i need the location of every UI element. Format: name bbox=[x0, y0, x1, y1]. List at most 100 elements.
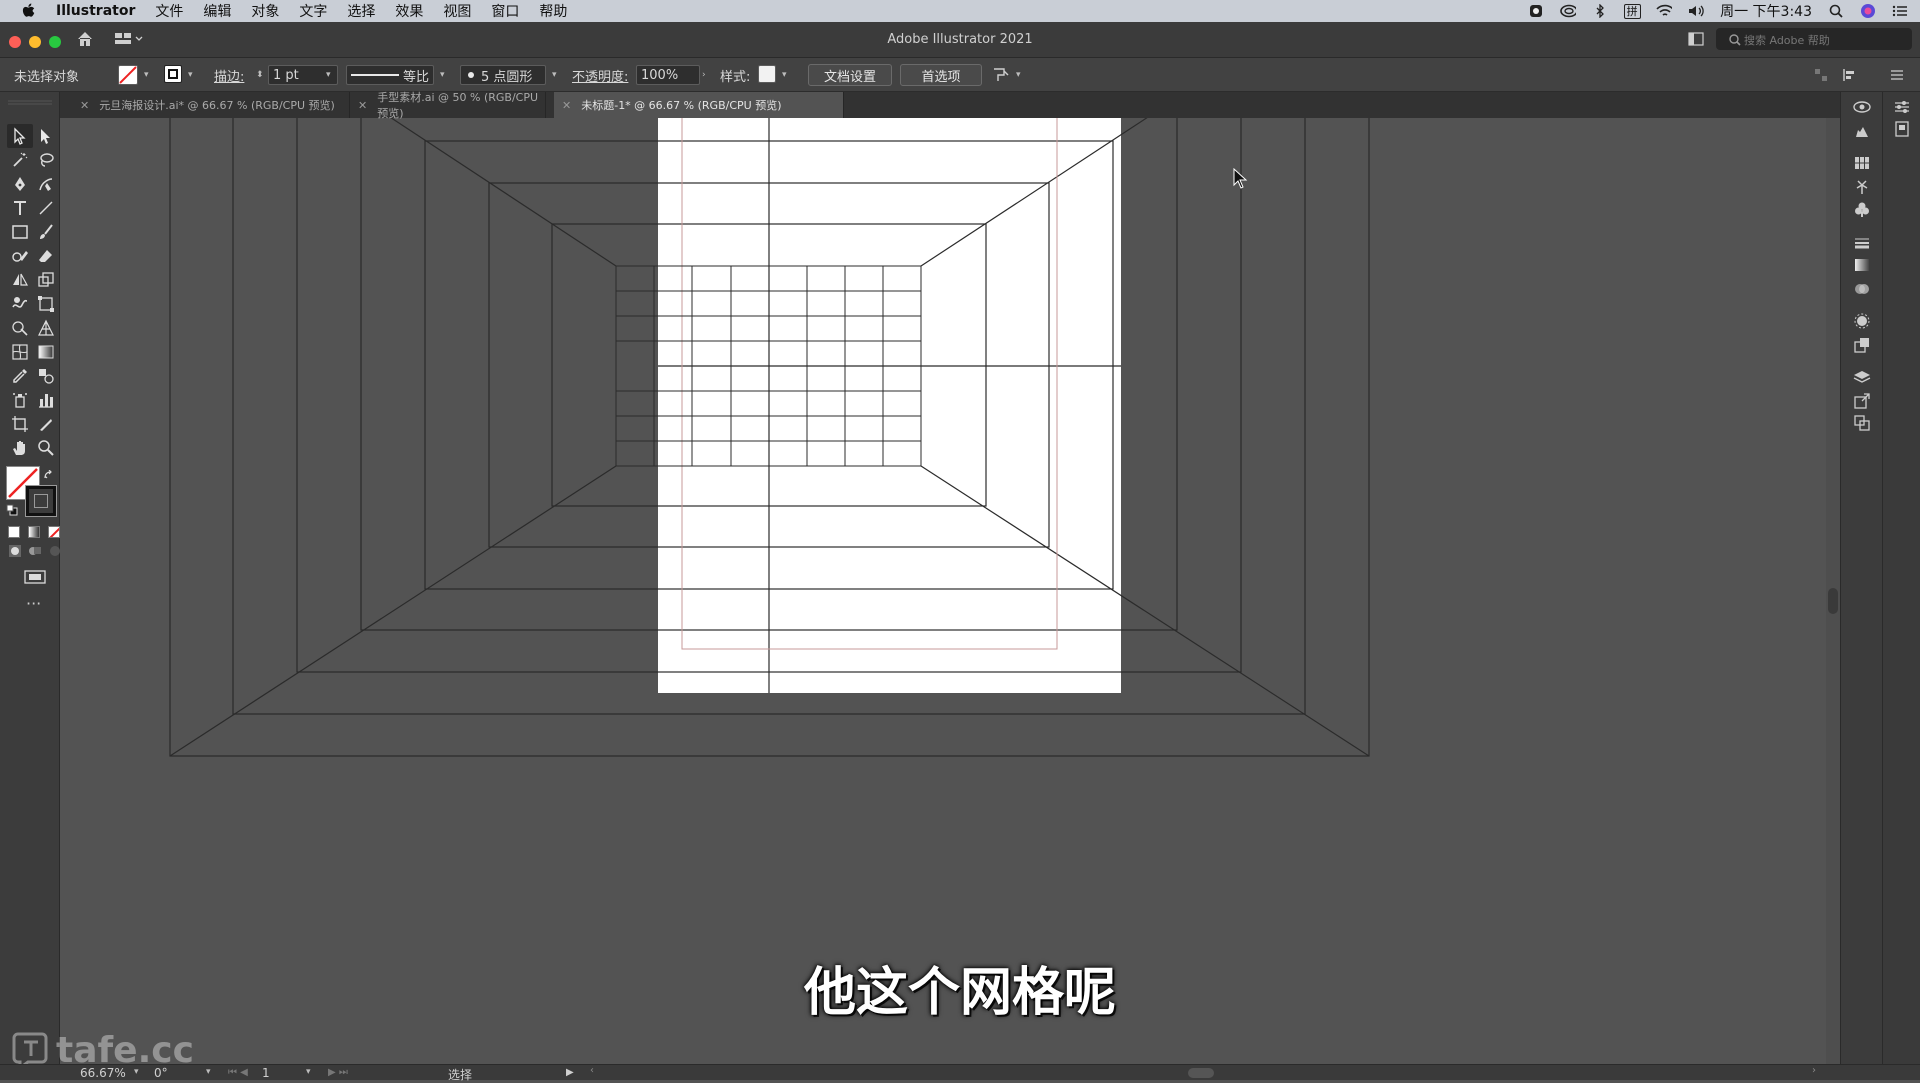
opacity-field[interactable]: 100% bbox=[636, 65, 700, 85]
transparency-icon[interactable] bbox=[1849, 278, 1875, 300]
graphic-style-swatch[interactable] bbox=[758, 65, 776, 83]
menu-select[interactable]: 选择 bbox=[347, 1, 375, 21]
zoom-level[interactable]: 66.67% bbox=[80, 1066, 126, 1080]
magic-wand-tool-icon[interactable] bbox=[7, 148, 33, 172]
fill-dropdown-icon[interactable]: ▾ bbox=[144, 65, 149, 85]
artboard-dropdown-icon[interactable]: ▾ bbox=[306, 1067, 311, 1077]
appearance-icon[interactable] bbox=[1849, 310, 1875, 332]
tab-document-2[interactable]: ✕ 手型素材.ai @ 50 % (RGB/CPU 预览) bbox=[350, 91, 546, 120]
screen-mode-icon[interactable] bbox=[24, 570, 46, 590]
menu-type[interactable]: 文字 bbox=[299, 1, 327, 21]
menu-effect[interactable]: 效果 bbox=[395, 1, 423, 21]
puppet-warp-icon[interactable] bbox=[992, 65, 1010, 85]
arrange-icon[interactable] bbox=[1814, 65, 1828, 85]
document-canvas[interactable] bbox=[60, 118, 1826, 1064]
blend-tool-icon[interactable] bbox=[33, 364, 59, 388]
volume-icon[interactable] bbox=[1688, 4, 1704, 18]
stroke-label[interactable]: 描边: bbox=[214, 65, 244, 85]
brush-dropdown-icon[interactable]: ▾ bbox=[552, 65, 557, 85]
opacity-expand-icon[interactable]: › bbox=[702, 65, 706, 85]
default-fill-stroke-icon[interactable] bbox=[6, 504, 18, 520]
siri-icon[interactable] bbox=[1860, 4, 1876, 18]
wifi-icon[interactable] bbox=[1656, 4, 1673, 18]
tab-document-3[interactable]: ✕ 未标题-1* @ 66.67 % (RGB/CPU 预览) bbox=[554, 92, 844, 118]
toolbar-grip[interactable] bbox=[8, 94, 52, 105]
properties-icon[interactable] bbox=[1889, 96, 1915, 118]
input-method-icon[interactable]: 拼 bbox=[1623, 3, 1641, 19]
artwork[interactable] bbox=[60, 118, 1826, 1064]
first-artboard-icon[interactable]: ⏮ ◀ bbox=[228, 1067, 248, 1078]
opacity-label[interactable]: 不透明度: bbox=[572, 65, 628, 85]
control-bar-menu-icon[interactable] bbox=[1890, 65, 1904, 85]
brushes-icon[interactable] bbox=[1849, 176, 1875, 198]
spotlight-search-icon[interactable] bbox=[1828, 4, 1844, 18]
rotation-value[interactable]: 0° bbox=[154, 1066, 168, 1080]
slice-tool-icon[interactable] bbox=[33, 412, 59, 436]
menu-app-illustrator[interactable]: Illustrator bbox=[56, 3, 135, 19]
document-setup-button[interactable]: 文档设置 bbox=[808, 64, 892, 86]
align-icon[interactable] bbox=[1842, 65, 1858, 85]
draw-normal-icon[interactable] bbox=[8, 544, 22, 562]
eyedropper-tool-icon[interactable] bbox=[7, 364, 33, 388]
horizontal-scroll-thumb[interactable] bbox=[1188, 1068, 1214, 1078]
edit-toolbar-icon[interactable]: ··· bbox=[26, 594, 41, 613]
selection-tool-icon[interactable] bbox=[7, 124, 33, 148]
artboard[interactable] bbox=[658, 118, 1121, 693]
mesh-tool-icon[interactable] bbox=[7, 340, 33, 364]
stroke-weight-dropdown-icon[interactable]: ▾ bbox=[326, 65, 331, 85]
last-artboard-icon[interactable]: ▶ ⏭ bbox=[328, 1067, 348, 1078]
close-tab-icon[interactable]: ✕ bbox=[358, 99, 367, 112]
close-tab-icon[interactable]: ✕ bbox=[80, 99, 89, 112]
pen-tool-icon[interactable] bbox=[7, 172, 33, 196]
record-icon[interactable] bbox=[1528, 4, 1544, 18]
asset-export-icon[interactable] bbox=[1849, 390, 1875, 412]
status-expand-icon[interactable]: ▶ bbox=[566, 1067, 574, 1078]
apple-icon[interactable] bbox=[18, 0, 40, 22]
gradient-mode-icon[interactable] bbox=[28, 526, 40, 538]
variable-width-profile[interactable]: 等比 bbox=[346, 65, 434, 85]
horizontal-scrollbar[interactable]: ‹ › bbox=[586, 1065, 1816, 1079]
zoom-dropdown-icon[interactable]: ▾ bbox=[134, 1067, 139, 1077]
column-graph-tool-icon[interactable] bbox=[33, 388, 59, 412]
profile-dropdown-icon[interactable]: ▾ bbox=[440, 65, 445, 85]
artboard-number[interactable]: 1 bbox=[262, 1066, 270, 1080]
lasso-tool-icon[interactable] bbox=[33, 148, 59, 172]
hand-tool-icon[interactable] bbox=[7, 436, 33, 460]
color-mode-icon[interactable] bbox=[8, 526, 20, 538]
libraries-icon[interactable] bbox=[1889, 118, 1915, 140]
stroke-swatch[interactable] bbox=[25, 485, 57, 517]
help-search-input[interactable]: 搜索 Adobe 帮助 bbox=[1716, 28, 1912, 50]
layers-icon[interactable] bbox=[1849, 366, 1875, 388]
menu-view[interactable]: 视图 bbox=[443, 1, 471, 21]
direct-selection-tool-icon[interactable] bbox=[33, 124, 59, 148]
type-tool-icon[interactable] bbox=[7, 196, 33, 220]
scale-tool-icon[interactable] bbox=[33, 268, 59, 292]
rectangle-tool-icon[interactable] bbox=[7, 220, 33, 244]
menu-window[interactable]: 窗口 bbox=[491, 1, 519, 21]
vertical-scrollbar[interactable] bbox=[1826, 118, 1840, 1064]
graphic-styles-icon[interactable] bbox=[1849, 334, 1875, 356]
menubar-clock[interactable]: 周一 下午3:43 bbox=[1720, 1, 1812, 21]
preferences-button[interactable]: 首选项 bbox=[900, 64, 982, 86]
reflect-tool-icon[interactable] bbox=[7, 268, 33, 292]
scroll-right-icon[interactable]: › bbox=[1812, 1065, 1816, 1076]
stroke-stepper-icon[interactable]: ⬍ bbox=[256, 65, 264, 85]
zoom-tool-icon[interactable] bbox=[33, 436, 59, 460]
scroll-left-icon[interactable]: ‹ bbox=[590, 1065, 594, 1076]
line-segment-tool-icon[interactable] bbox=[33, 196, 59, 220]
stroke-panel-icon[interactable] bbox=[1849, 232, 1875, 254]
stroke-dropdown-icon[interactable]: ▾ bbox=[188, 65, 193, 85]
menu-help[interactable]: 帮助 bbox=[539, 1, 567, 21]
style-dropdown-icon[interactable]: ▾ bbox=[782, 65, 787, 85]
stroke-color-swatch[interactable] bbox=[164, 65, 182, 83]
warp-dropdown-icon[interactable]: ▾ bbox=[1016, 65, 1021, 85]
rotation-dropdown-icon[interactable]: ▾ bbox=[206, 1067, 211, 1077]
free-transform-tool-icon[interactable] bbox=[33, 292, 59, 316]
shaper-tool-icon[interactable] bbox=[7, 244, 33, 268]
brush-definition[interactable]: 5 点圆形 bbox=[460, 65, 546, 85]
warp-tool-icon[interactable] bbox=[7, 292, 33, 316]
paintbrush-tool-icon[interactable] bbox=[33, 220, 59, 244]
eraser-tool-icon[interactable] bbox=[33, 244, 59, 268]
artboard-tool-icon[interactable] bbox=[7, 412, 33, 436]
cc-libraries-icon[interactable] bbox=[1849, 96, 1875, 118]
